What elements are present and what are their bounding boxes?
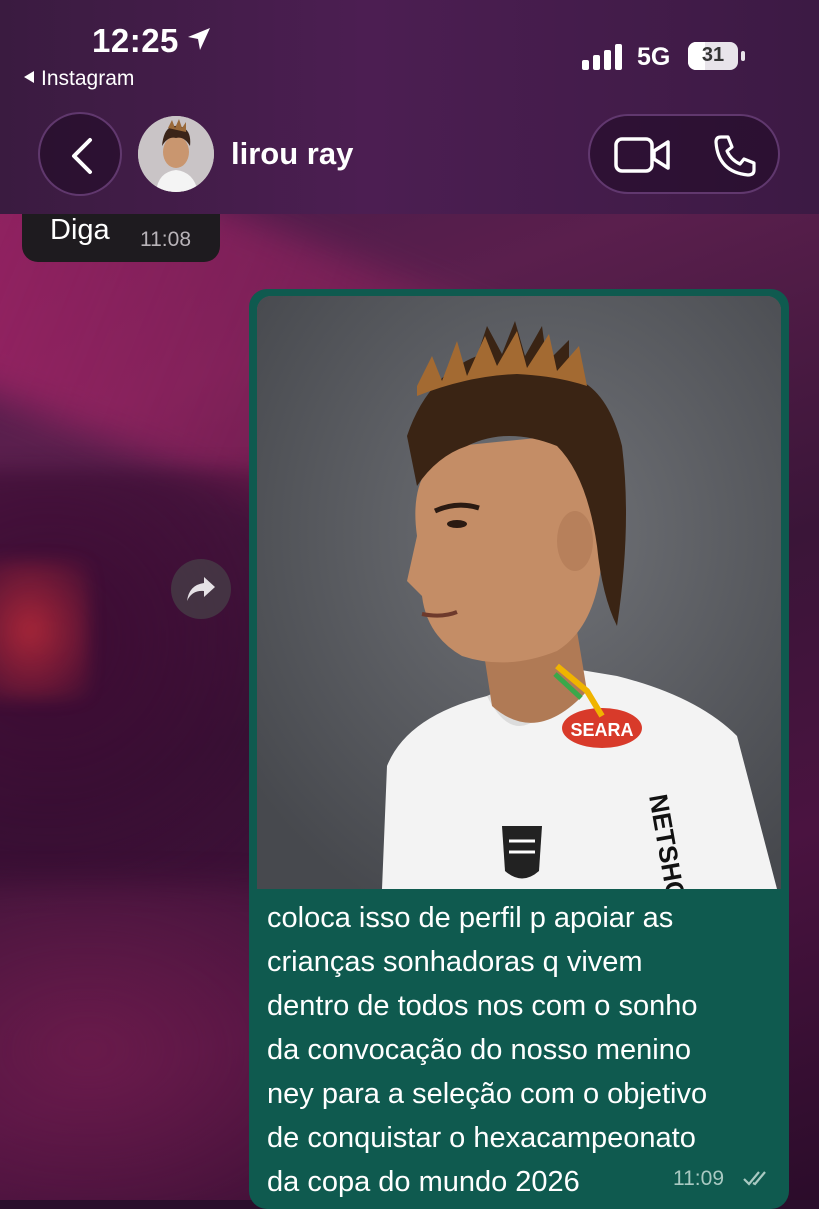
location-arrow-icon <box>188 28 210 50</box>
network-type: 5G <box>637 43 671 71</box>
jersey-sponsor-text: SEARA <box>570 720 633 740</box>
outgoing-message[interactable]: SEARA NETSHOES coloca isso de perfil p a… <box>249 289 789 1209</box>
message-caption: coloca isso de perfil p apoiar as crianç… <box>267 902 708 1198</box>
contact-name[interactable]: lirou ray <box>231 136 353 172</box>
cellular-signal-icon <box>582 44 622 70</box>
chat-header: 12:25 Instagram 5G 31 lirou ray <box>0 0 819 214</box>
share-arrow-icon <box>187 577 215 601</box>
message-text: Diga <box>50 214 110 246</box>
phone-icon[interactable] <box>712 134 758 178</box>
battery-icon: 31 <box>688 42 745 70</box>
forward-button[interactable] <box>171 559 231 619</box>
message-photo[interactable]: SEARA NETSHOES <box>257 296 781 889</box>
message-time: 11:08 <box>140 228 191 251</box>
read-receipt-icon <box>743 1171 766 1186</box>
message-time: 11:09 <box>673 1167 724 1190</box>
video-camera-icon[interactable] <box>614 136 670 174</box>
chevron-left-icon <box>72 138 92 174</box>
back-button[interactable] <box>38 112 122 196</box>
battery-level: 31 <box>701 44 725 66</box>
incoming-message[interactable]: Diga 11:08 <box>22 214 220 262</box>
back-app-label: Instagram <box>41 67 135 90</box>
status-time: 12:25 <box>92 22 179 59</box>
avatar[interactable] <box>138 116 214 192</box>
back-to-instagram-link[interactable]: Instagram <box>24 67 134 91</box>
call-actions <box>588 114 780 194</box>
